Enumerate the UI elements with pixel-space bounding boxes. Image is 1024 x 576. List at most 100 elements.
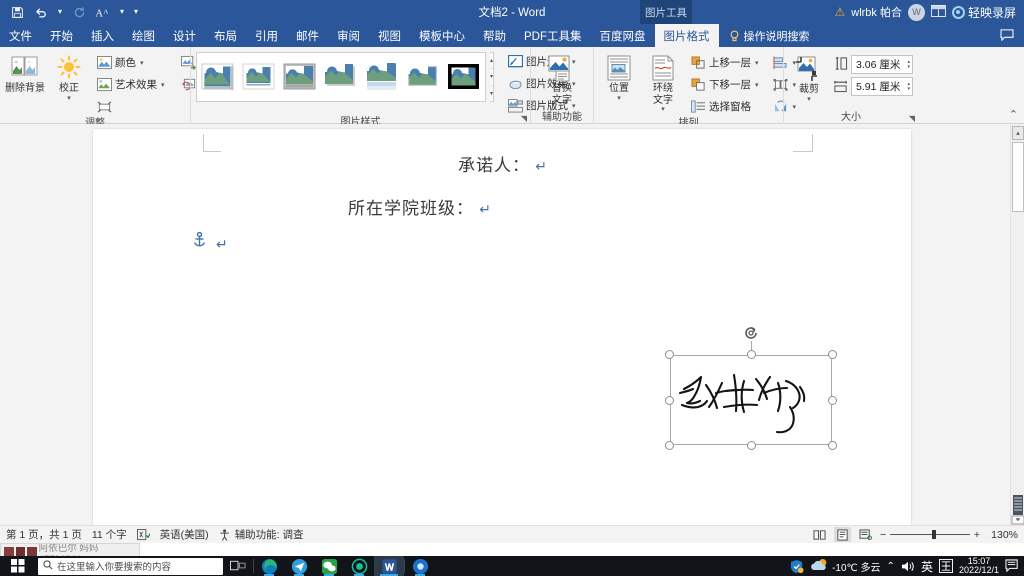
picture-style-simple-frame-white[interactable]: [199, 55, 237, 99]
taskbar-clock[interactable]: 15:07 2022/12/1: [959, 556, 999, 576]
picture-style-beveled-matte-white[interactable]: [240, 55, 278, 99]
tab-home[interactable]: 开始: [41, 24, 82, 47]
undo-icon[interactable]: [30, 2, 52, 22]
crop-button[interactable]: 裁剪 ▾: [789, 52, 829, 105]
tab-help[interactable]: 帮助: [474, 24, 515, 47]
weather-widget[interactable]: -10℃ 多云: [810, 557, 881, 575]
resize-handle-bottom-left[interactable]: [665, 441, 674, 450]
warning-triangle-icon[interactable]: ⚠: [834, 6, 845, 18]
view-read-mode-icon[interactable]: [811, 527, 828, 542]
tab-draw[interactable]: 绘图: [123, 24, 164, 47]
selected-picture[interactable]: [665, 327, 837, 450]
shape-width-spinner[interactable]: ▴ ▾: [907, 81, 910, 92]
position-caret-icon[interactable]: ▾: [617, 95, 621, 102]
paragraph-xueyuanbanji[interactable]: 所在学院班级： ↵: [348, 194, 492, 219]
font-dropdown-icon[interactable]: ▾: [116, 2, 128, 22]
send-backward-caret-icon[interactable]: ▾: [755, 81, 759, 89]
split-window-handle[interactable]: ▴: [1012, 126, 1024, 140]
accessibility-status[interactable]: 辅助功能: 调查: [219, 527, 304, 542]
picture-style-drop-shadow-rectangle[interactable]: [322, 55, 360, 99]
zoom-in-button[interactable]: +: [974, 529, 980, 541]
avatar[interactable]: W: [907, 3, 925, 21]
picture-styles-scroll[interactable]: ▴ ▾ ▾: [490, 52, 495, 102]
crop-caret-icon[interactable]: ▾: [807, 96, 811, 103]
proofing-errors-icon[interactable]: [136, 528, 150, 541]
picture-style-soft-edge-rectangle[interactable]: [404, 55, 442, 99]
zoom-knob[interactable]: [931, 530, 936, 539]
tab-references[interactable]: 引用: [246, 24, 287, 47]
word-icon[interactable]: [374, 556, 404, 576]
selection-pane-button[interactable]: 选择窗格: [687, 96, 762, 117]
resize-handle-bottom-center[interactable]: [746, 441, 756, 450]
telegram-icon[interactable]: [284, 556, 314, 576]
position-button[interactable]: 位置 ▾: [599, 51, 639, 104]
remove-background-button[interactable]: 删除背景: [5, 51, 45, 97]
shape-height-field[interactable]: 3.06 厘米 ▴ ▾: [851, 55, 913, 74]
zoom-out-button[interactable]: −: [880, 529, 886, 541]
resize-handle-bottom-right[interactable]: [828, 441, 837, 450]
vertical-scrollbar[interactable]: ▴: [1010, 124, 1024, 525]
account-name[interactable]: wlrbk 帕合: [851, 4, 902, 20]
tab-template-center[interactable]: 模板中心: [410, 24, 474, 47]
compress-pictures-button[interactable]: [93, 96, 168, 117]
zoom-track[interactable]: [890, 530, 970, 539]
edge-browser-icon[interactable]: [254, 556, 284, 576]
resize-handle-middle-right[interactable]: [828, 395, 837, 405]
browser-icon[interactable]: [405, 556, 435, 576]
tab-view[interactable]: 视图: [369, 24, 410, 47]
zoom-slider[interactable]: − +: [880, 529, 980, 541]
tab-pdf-tools[interactable]: PDF工具集: [515, 24, 591, 47]
tab-picture-format[interactable]: 图片格式: [654, 24, 719, 47]
resize-handle-middle-left[interactable]: [665, 395, 674, 405]
chevron-up-icon[interactable]: ⌃: [887, 561, 895, 572]
tab-layout[interactable]: 布局: [205, 24, 246, 47]
bring-forward-caret-icon[interactable]: ▾: [755, 59, 759, 67]
taskbar-search-box[interactable]: 在这里输入你要搜索的内容: [38, 557, 223, 575]
view-print-layout-icon[interactable]: [834, 527, 851, 542]
undo-dropdown-icon[interactable]: ▾: [54, 2, 66, 22]
gallery-scroll-up-icon[interactable]: ▴: [490, 53, 494, 70]
wrap-text-button[interactable]: 环绕文字 ▾: [643, 51, 683, 115]
volume-icon[interactable]: [901, 560, 915, 573]
corrections-caret-icon[interactable]: ▾: [67, 95, 71, 102]
bring-forward-button[interactable]: 上移一层 ▾: [687, 52, 762, 73]
document-page[interactable]: 承诺人： ↵ 所在学院班级： ↵ ↵: [93, 129, 911, 525]
tab-review[interactable]: 审阅: [328, 24, 369, 47]
ime-mode-icon[interactable]: [938, 559, 953, 573]
tab-file[interactable]: 文件: [0, 24, 41, 47]
gallery-more-icon[interactable]: ▾: [490, 86, 493, 101]
shape-height-spinner[interactable]: ▴ ▾: [907, 59, 910, 70]
windows-start-icon[interactable]: [0, 556, 36, 576]
color-caret-icon[interactable]: ▾: [140, 59, 144, 67]
picture-style-metal-frame[interactable]: [281, 55, 319, 99]
resize-handle-top-right[interactable]: [828, 350, 837, 359]
resize-handle-top-center[interactable]: [746, 350, 756, 359]
artistic-effects-caret-icon[interactable]: ▾: [161, 81, 165, 89]
comments-icon[interactable]: [1000, 29, 1014, 44]
tab-design[interactable]: 设计: [164, 24, 205, 47]
alt-text-button[interactable]: 替换文字: [542, 51, 582, 108]
paragraph-chengnuoren[interactable]: 承诺人： ↵: [458, 151, 548, 176]
ime-language-indicator[interactable]: 英: [921, 558, 933, 575]
redo-icon[interactable]: [68, 2, 90, 22]
ribbon-display-options-icon[interactable]: [931, 4, 946, 20]
tab-mailings[interactable]: 邮件: [287, 24, 328, 47]
tab-baidu-netdisk[interactable]: 百度网盘: [591, 24, 655, 47]
wechat-icon[interactable]: [314, 556, 344, 576]
tab-insert[interactable]: 插入: [82, 24, 123, 47]
security-shield-icon[interactable]: [789, 559, 804, 574]
word-count[interactable]: 11 个字: [92, 527, 127, 542]
rotate-handle-icon[interactable]: [743, 325, 759, 341]
language-indicator[interactable]: 英语(美国): [160, 527, 209, 542]
customize-qat-icon[interactable]: ▾: [130, 2, 142, 22]
notification-center-icon[interactable]: [1005, 559, 1020, 573]
corrections-button[interactable]: 校正 ▾: [49, 51, 89, 104]
resize-handle-top-left[interactable]: [665, 350, 674, 359]
save-icon[interactable]: [6, 2, 28, 22]
collapse-ribbon-icon[interactable]: ⌃: [1009, 108, 1018, 121]
picture-style-reflected-rounded-rectangle[interactable]: [363, 55, 401, 99]
paragraph-empty[interactable]: ↵: [216, 234, 229, 254]
picture-styles-gallery[interactable]: [196, 52, 486, 102]
gallery-scroll-down-icon[interactable]: ▾: [490, 69, 494, 86]
shape-width-field[interactable]: 5.91 厘米 ▴ ▾: [851, 77, 913, 96]
